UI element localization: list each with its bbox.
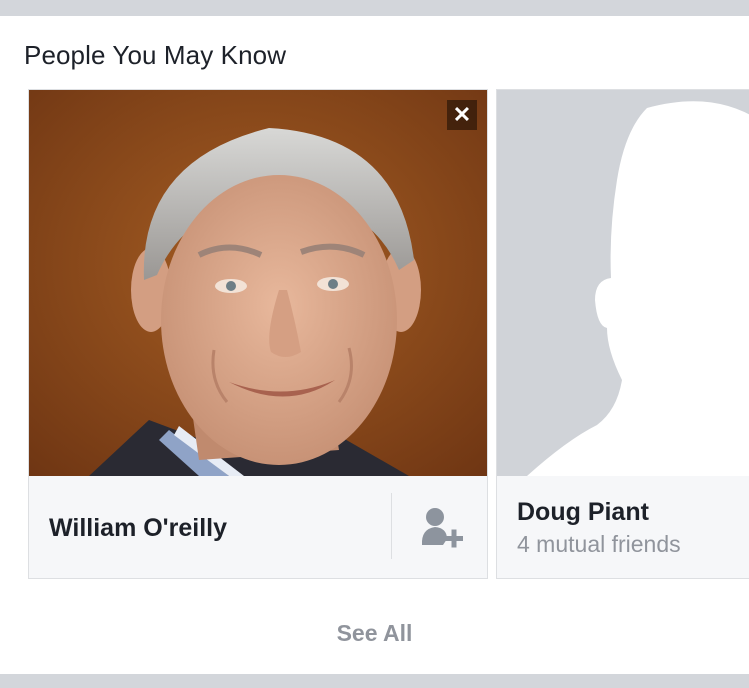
person-card[interactable]: Doug Piant 4 mutual friends [496, 89, 749, 579]
close-icon[interactable]: ✕ [447, 100, 477, 130]
add-friend-button[interactable] [401, 495, 481, 565]
people-you-may-know-panel: People You May Know ✕ William O'reilly D… [0, 16, 749, 674]
profile-photo[interactable]: ✕ [29, 90, 487, 476]
person-name[interactable]: William O'reilly [49, 514, 227, 543]
divider [391, 493, 392, 559]
person-name[interactable]: Doug Piant [517, 498, 649, 527]
see-all-link[interactable]: See All [0, 620, 749, 647]
mutual-friends-count[interactable]: 4 mutual friends [517, 531, 681, 558]
profile-photo-placeholder[interactable] [497, 90, 749, 476]
person-card[interactable]: ✕ William O'reilly [28, 89, 488, 579]
add-friend-icon [421, 508, 463, 548]
section-title: People You May Know [24, 40, 287, 70]
